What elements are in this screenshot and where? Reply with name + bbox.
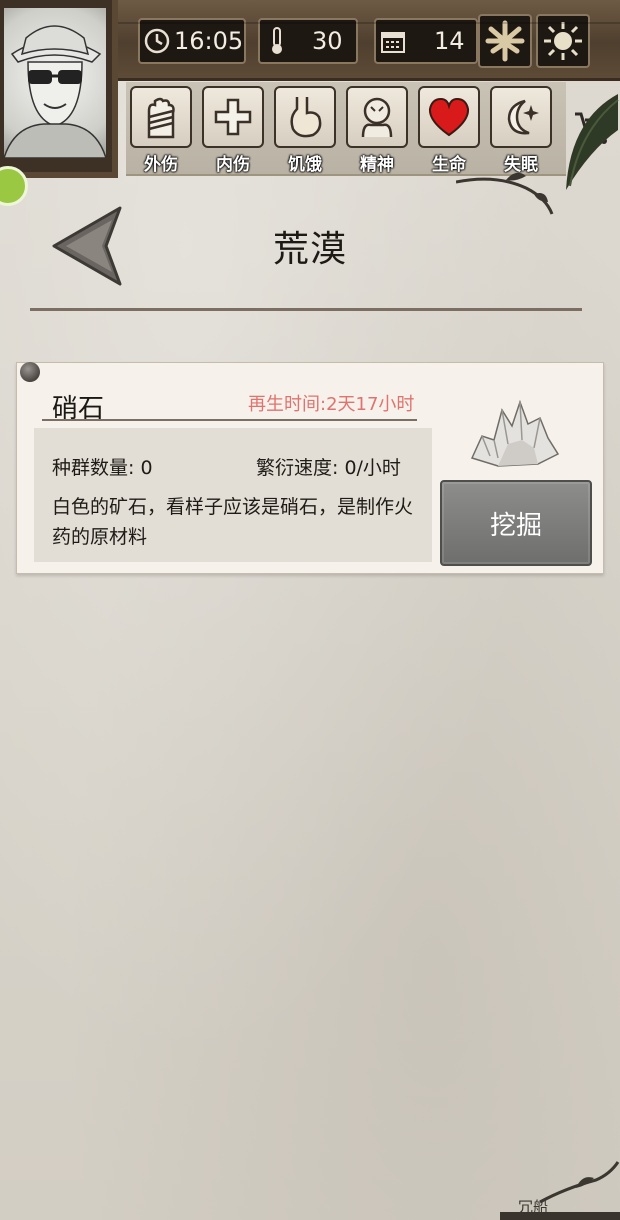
status-hunger[interactable]: 饥饿: [274, 86, 336, 175]
bandaged-hand-icon: [130, 86, 192, 148]
status-mental[interactable]: 精神: [346, 86, 408, 175]
day-display: 14: [374, 18, 478, 64]
sun-icon[interactable]: [536, 14, 590, 68]
bottom-navigation-bar: [500, 1212, 620, 1220]
breeding-rate: 繁衍速度: 0/小时: [256, 457, 401, 479]
leaf-decoration-icon: [566, 94, 619, 190]
status-label: 饥饿: [288, 155, 322, 175]
name-underline: [42, 419, 417, 421]
player-avatar-frame[interactable]: [0, 0, 118, 178]
saltpeter-crystal-icon: [470, 399, 560, 467]
status-icons-row: 外伤 内伤 饥饿 精神 生命 失眠: [126, 82, 566, 176]
title-divider: [30, 308, 582, 311]
status-internal-injury[interactable]: 内伤: [202, 86, 264, 175]
population-count: 种群数量: 0: [52, 457, 153, 479]
status-label: 外伤: [144, 155, 178, 175]
time-display: 16:05: [138, 18, 246, 64]
day-value: 14: [434, 27, 465, 55]
moon-icon: [490, 86, 552, 148]
vine-decoration-icon: [456, 172, 554, 215]
status-life[interactable]: 生命: [418, 86, 480, 175]
regen-time: 再生时间:2天17小时: [248, 394, 415, 415]
head-icon: [346, 86, 408, 148]
pushpin-icon: [20, 362, 40, 382]
heart-icon: [418, 86, 480, 148]
stomach-icon: [274, 86, 336, 148]
branch-decoration-icon: [539, 1161, 620, 1204]
clock-icon: [140, 24, 174, 58]
status-label: 精神: [360, 155, 394, 175]
temperature-value: 30: [312, 27, 343, 55]
top-hud-bar: 16:05 30 14: [100, 0, 620, 81]
status-insomnia[interactable]: 失眠: [490, 86, 552, 175]
avatar: [4, 8, 106, 158]
thermometer-icon: [260, 24, 294, 58]
status-external-injury[interactable]: 外伤: [130, 86, 192, 175]
calendar-icon: [376, 24, 410, 58]
leaf-icon[interactable]: [478, 14, 532, 68]
dig-button[interactable]: 挖掘: [440, 480, 592, 566]
page-title: 荒漠: [272, 229, 347, 270]
temperature-display: 30: [258, 18, 358, 64]
status-label: 内伤: [216, 155, 250, 175]
cross-icon: [202, 86, 264, 148]
time-value: 16:05: [174, 27, 244, 55]
resource-description: 白色的矿石，看样子应该是硝石，是制作火药的原材料: [52, 496, 414, 548]
